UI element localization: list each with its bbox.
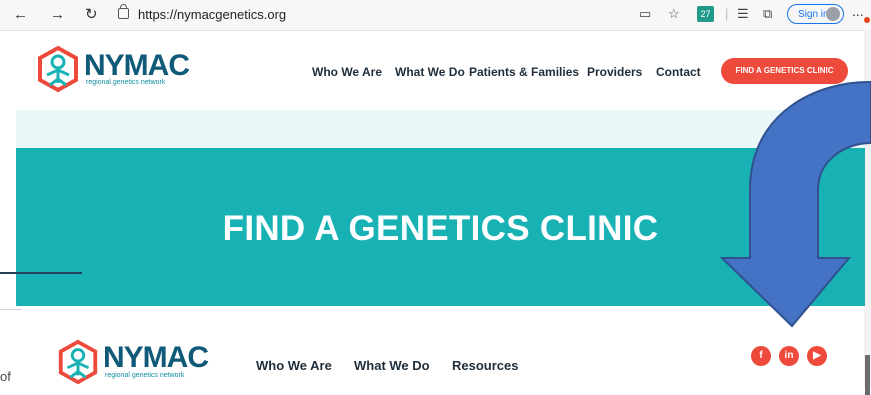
footer-nav-what-we-do[interactable]: What We Do [354, 358, 430, 373]
footer-nav-who-we-are[interactable]: Who We Are [256, 358, 332, 373]
footer-logo[interactable]: NYMAC regional genetics network [55, 337, 209, 385]
logo-hex-icon [58, 339, 98, 385]
logo-tagline: regional genetics network [105, 372, 185, 379]
curved-arrow-icon [719, 81, 871, 328]
linkedin-icon[interactable]: in [779, 346, 799, 366]
youtube-icon[interactable]: ▶ [807, 346, 827, 366]
footer-nav-resources[interactable]: Resources [452, 358, 518, 373]
facebook-icon[interactable]: f [751, 346, 771, 366]
side-text: of [0, 369, 11, 384]
logo-wordmark: NYMAC [103, 341, 209, 374]
